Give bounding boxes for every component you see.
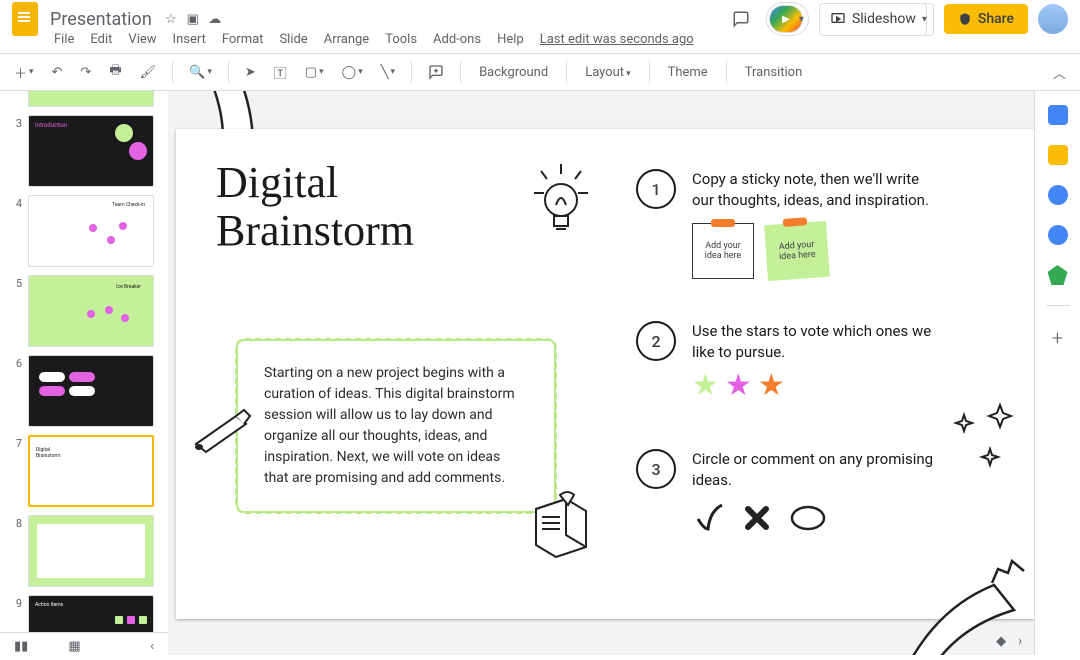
zoom-icon[interactable]: 🔍 [185, 63, 216, 82]
menu-edit[interactable]: Edit [90, 32, 112, 47]
book-icon [526, 489, 596, 559]
star-pink-icon[interactable]: ★ [725, 371, 752, 401]
menu-tools[interactable]: Tools [385, 32, 417, 47]
select-tool-icon[interactable]: ➤ [241, 63, 260, 82]
slideshow-label: Slideshow [852, 11, 916, 27]
sparkles-icon [950, 399, 1020, 479]
addons-plus-icon[interactable]: + [1052, 326, 1063, 350]
thumb-number: 6 [10, 355, 22, 427]
filmstrip[interactable]: 3 Introduction 4 Team Check-in 5 Ice Bre… [0, 91, 168, 655]
calendar-icon[interactable] [1048, 105, 1068, 125]
last-edit-link[interactable]: Last edit was seconds ago [540, 32, 694, 47]
slideshow-dropdown[interactable]: ▾ [916, 3, 934, 36]
star-orange-icon[interactable]: ★ [758, 371, 785, 401]
checkmark-doodle-icon [692, 501, 726, 535]
thumb-slide-6[interactable] [28, 355, 154, 427]
explore-icon[interactable]: ◆ [992, 632, 1010, 651]
slides-logo-icon[interactable] [12, 2, 38, 36]
menu-slide[interactable]: Slide [279, 32, 307, 47]
thumb-number: 7 [10, 435, 22, 507]
background-button[interactable]: Background [473, 65, 554, 80]
tasks-icon[interactable] [1048, 185, 1068, 205]
thumb-slide-7[interactable]: Digital Brainstorm [28, 435, 154, 507]
redo-icon[interactable]: ↷ [76, 63, 95, 82]
grid-view-icon[interactable]: ▦ [68, 639, 80, 654]
hide-sidepanel-icon[interactable]: › [1014, 632, 1026, 651]
comment-icon[interactable] [424, 62, 448, 82]
intro-textbox[interactable]: Starting on a new project begins with a … [236, 339, 556, 513]
thumb-number: 3 [10, 115, 22, 187]
step-2-text[interactable]: Use the stars to vote which ones we like… [692, 321, 942, 363]
step-3-text[interactable]: Circle or comment on any promising ideas… [692, 449, 942, 491]
menu-arrange[interactable]: Arrange [324, 32, 369, 47]
menu-format[interactable]: Format [222, 32, 264, 47]
comments-history-icon[interactable] [726, 4, 756, 34]
step-1-circle: 1 [636, 169, 676, 209]
vote-stars[interactable]: ★ ★ ★ [692, 371, 942, 401]
menu-insert[interactable]: Insert [173, 32, 206, 47]
pen-icon [191, 404, 261, 454]
maps-icon[interactable] [1048, 265, 1068, 285]
slide-canvas[interactable]: Digital Brainstorm Starting on a new pro… [168, 91, 1034, 655]
menu-addons[interactable]: Add-ons [433, 32, 481, 47]
step-3-circle: 3 [636, 449, 676, 489]
theme-button[interactable]: Theme [662, 65, 714, 80]
cross-doodle-icon [740, 501, 774, 535]
step-1-text[interactable]: Copy a sticky note, then we'll write our… [692, 169, 942, 211]
shape-icon[interactable]: ◯ [338, 63, 367, 82]
share-label: Share [978, 11, 1014, 27]
layout-button[interactable]: Layout [579, 65, 636, 80]
new-slide-button[interactable]: ＋ [10, 61, 38, 84]
move-icon[interactable]: ▣ [184, 10, 202, 28]
step-2-circle: 2 [636, 321, 676, 361]
thumb-number: 4 [10, 195, 22, 267]
circle-doodle-icon [788, 501, 828, 535]
thumb-number: 8 [10, 515, 22, 587]
toolbar: ＋ ↶ ↷ 🖶 🖌 🔍 ➤ 🅃 ▢ ◯ ╲ Background Layout … [0, 53, 1080, 91]
sticky-white[interactable]: Add your idea here [692, 223, 754, 279]
menu-help[interactable]: Help [497, 32, 524, 47]
thumb-slide-5[interactable]: Ice Breaker [28, 275, 154, 347]
account-avatar[interactable] [1038, 4, 1068, 34]
cloud-status-icon[interactable]: ☁ [206, 10, 224, 28]
meet-dropdown-icon[interactable]: ▾ [799, 14, 804, 25]
meet-icon[interactable]: ▶ [769, 5, 803, 33]
undo-icon[interactable]: ↶ [48, 63, 67, 82]
thumb-slide-8[interactable] [28, 515, 154, 587]
side-panel: + [1034, 91, 1080, 655]
menu-file[interactable]: File [54, 32, 74, 47]
star-icon[interactable]: ☆ [162, 10, 180, 28]
lightbulb-icon [526, 159, 596, 249]
contacts-icon[interactable] [1048, 225, 1068, 245]
star-green-icon[interactable]: ★ [692, 371, 719, 401]
line-icon[interactable]: ╲ [377, 63, 399, 82]
slideshow-button[interactable]: Slideshow [819, 3, 927, 36]
thumb-slide-3[interactable]: Introduction [28, 115, 154, 187]
menu-view[interactable]: View [128, 32, 156, 47]
thumb-partial[interactable] [28, 91, 154, 107]
filmstrip-view-icon[interactable]: ▮▮ [14, 639, 28, 654]
transition-button[interactable]: Transition [739, 65, 809, 80]
textbox-icon[interactable]: 🅃 [270, 61, 291, 84]
thumb-number: 5 [10, 275, 22, 347]
thumb-slide-4[interactable]: Team Check-in [28, 195, 154, 267]
filmstrip-footer: ▮▮ ▦ ‹ [0, 632, 168, 660]
keep-icon[interactable] [1048, 145, 1068, 165]
paint-format-icon[interactable]: 🖌 [136, 63, 161, 82]
doc-title[interactable]: Presentation [50, 9, 152, 30]
share-button[interactable]: Share [944, 4, 1028, 34]
sticky-green[interactable]: Add your idea here [764, 221, 830, 281]
image-icon[interactable]: ▢ [301, 63, 328, 82]
chevron-left-icon[interactable]: ‹ [150, 639, 154, 654]
print-icon[interactable]: 🖶 [105, 59, 125, 85]
collapse-toolbar-icon[interactable]: ︿ [1049, 61, 1070, 84]
